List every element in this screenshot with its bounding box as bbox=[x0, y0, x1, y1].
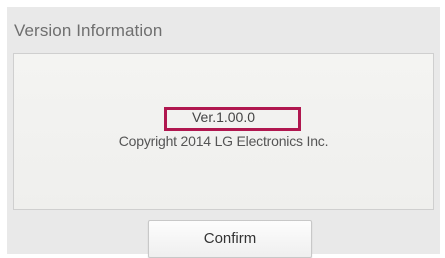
copyright-text: Copyright 2014 LG Electronics Inc. bbox=[118, 133, 329, 149]
dialog-title: Version Information bbox=[14, 21, 163, 40]
confirm-button[interactable]: Confirm bbox=[148, 220, 312, 258]
info-panel: Ver.1.00.0 Copyright 2014 LG Electronics… bbox=[13, 53, 434, 210]
version-information-dialog: Version Information Ver.1.00.0 Copyright… bbox=[7, 7, 440, 258]
version-text: Ver.1.00.0 bbox=[191, 109, 256, 125]
